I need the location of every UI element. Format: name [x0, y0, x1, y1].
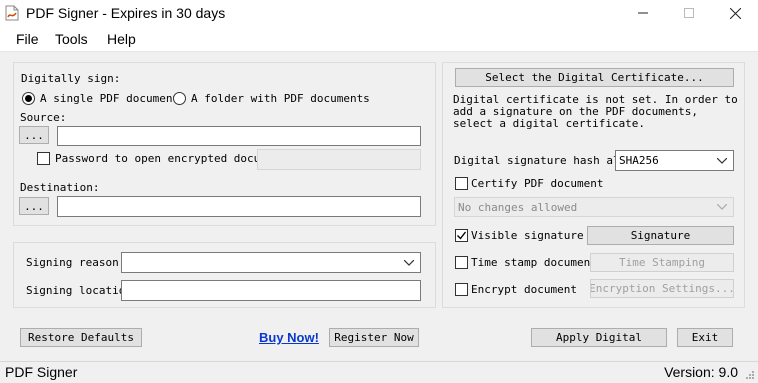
- time-stamping-button[interactable]: Time Stamping: [590, 253, 734, 272]
- hash-algorithm-combo[interactable]: SHA256: [615, 150, 734, 171]
- menu-help[interactable]: Help: [107, 31, 136, 47]
- hash-algorithm-value: SHA256: [619, 154, 659, 167]
- source-browse-button[interactable]: ...: [19, 126, 49, 144]
- menu-bar: File Tools Help: [0, 26, 758, 52]
- timestamp-label: Time stamp document: [471, 256, 597, 269]
- chevron-down-icon: [717, 204, 727, 210]
- hash-algorithm-label: Digital signature hash algo: [454, 154, 615, 167]
- password-input[interactable]: [257, 149, 421, 170]
- certificate-info-text: Digital certificate is not set. In order…: [453, 93, 738, 130]
- password-checkbox[interactable]: [37, 152, 50, 165]
- signing-location-input[interactable]: [121, 280, 421, 301]
- checkmark-icon: [457, 231, 467, 240]
- encrypt-label: Encrypt document: [471, 283, 577, 296]
- maximize-button[interactable]: [666, 0, 712, 26]
- radio-single-pdf-label[interactable]: A single PDF document: [40, 92, 179, 105]
- status-version: Version: 9.0: [664, 364, 738, 380]
- source-input[interactable]: [57, 126, 421, 146]
- destination-label: Destination:: [20, 181, 100, 194]
- signing-location-label: Signing location: [26, 284, 132, 297]
- minimize-button[interactable]: [620, 0, 666, 26]
- status-bar: PDF Signer Version: 9.0: [0, 361, 758, 383]
- certify-label: Certify PDF document: [471, 177, 604, 190]
- signature-button[interactable]: Signature: [587, 226, 734, 245]
- encryption-settings-button[interactable]: Encryption Settings...: [590, 279, 734, 298]
- certify-value: No changes allowed: [458, 200, 578, 214]
- title-bar: PDF Signer - Expires in 30 days: [0, 0, 758, 26]
- chevron-down-icon: [717, 157, 727, 164]
- radio-single-pdf[interactable]: [22, 92, 35, 105]
- buy-now-link[interactable]: Buy Now!: [259, 330, 319, 345]
- radio-folder[interactable]: [173, 92, 186, 105]
- register-now-button[interactable]: Register Now: [329, 328, 419, 347]
- menu-file[interactable]: File: [16, 31, 39, 47]
- window-title: PDF Signer - Expires in 30 days: [26, 5, 226, 21]
- radio-folder-label[interactable]: A folder with PDF documents: [191, 92, 370, 105]
- destination-input[interactable]: [57, 196, 421, 217]
- source-label: Source:: [20, 111, 67, 124]
- signing-reason-combo[interactable]: [121, 252, 421, 273]
- app-icon: [5, 5, 19, 21]
- chevron-down-icon: [404, 259, 414, 266]
- certify-checkbox[interactable]: [455, 177, 468, 190]
- destination-browse-button[interactable]: ...: [19, 197, 49, 215]
- certify-combo[interactable]: No changes allowed: [454, 197, 734, 217]
- digitally-sign-heading: Digitally sign:: [21, 72, 121, 85]
- signing-reason-label: Signing reason:: [26, 256, 126, 269]
- password-label: Password to open encrypted documen: [55, 152, 257, 165]
- select-certificate-button[interactable]: Select the Digital Certificate...: [455, 68, 734, 87]
- exit-button[interactable]: Exit: [677, 328, 733, 347]
- status-app-name: PDF Signer: [5, 364, 78, 380]
- menu-tools[interactable]: Tools: [55, 31, 88, 47]
- resize-grip-icon[interactable]: [745, 370, 755, 380]
- restore-defaults-button[interactable]: Restore Defaults: [20, 328, 142, 347]
- apply-digital-button[interactable]: Apply Digital: [531, 328, 667, 347]
- encrypt-checkbox[interactable]: [455, 283, 468, 296]
- visible-signature-checkbox[interactable]: [455, 229, 468, 242]
- close-button[interactable]: [712, 0, 758, 26]
- timestamp-checkbox[interactable]: [455, 256, 468, 269]
